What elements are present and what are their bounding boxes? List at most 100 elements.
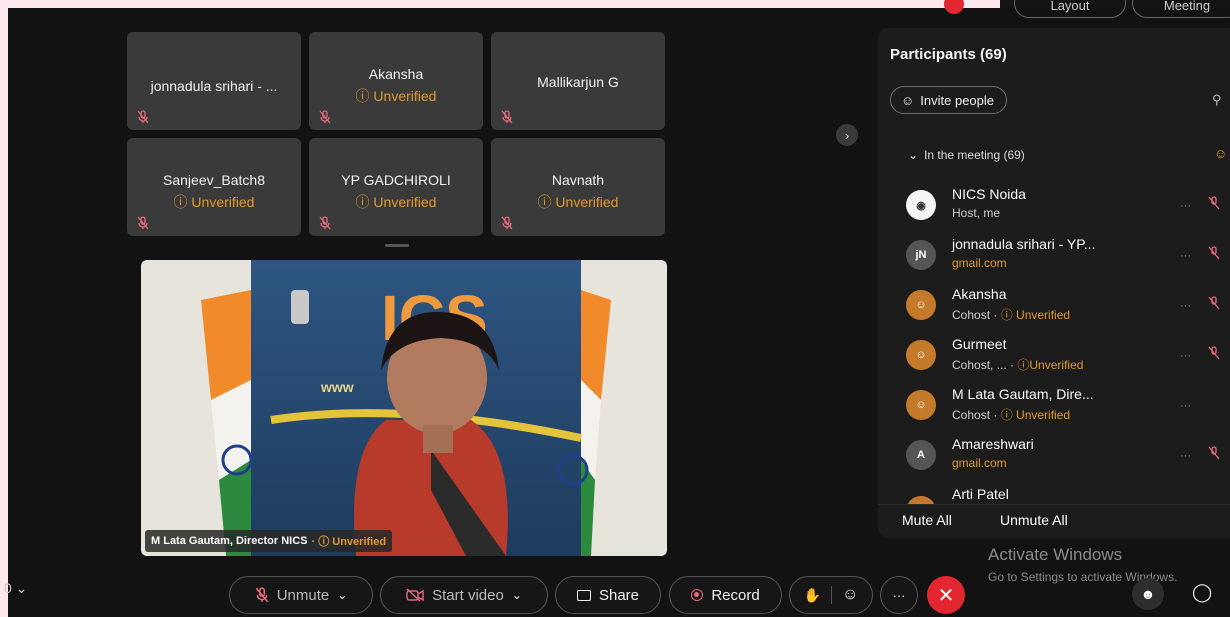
avatar [906, 496, 936, 504]
muted-mic-icon [319, 110, 331, 124]
speaker-video-frame: ICS www [141, 260, 667, 556]
participant-name: M Lata Gautam, Dire... [952, 386, 1094, 402]
participant-name: NICS Noida [952, 186, 1026, 202]
participant-tile[interactable]: Akansha ⓘ Unverified [309, 32, 483, 130]
in-meeting-section-toggle[interactable]: ⌄ In the meeting (69) [908, 148, 1025, 162]
participant-name: Amareshwari [952, 436, 1034, 452]
muted-mic-icon [1208, 246, 1220, 260]
invite-people-button[interactable]: ☺ Invite people [890, 86, 1008, 114]
more-options-icon[interactable]: ··· [1180, 300, 1191, 312]
muted-mic-icon [1208, 196, 1220, 210]
layout-button[interactable]: Layout [1014, 0, 1126, 18]
participant-name: jonnadula srihari - YP... [952, 236, 1096, 252]
share-screen-icon [576, 589, 591, 601]
tile-status: ⓘ Unverified [355, 88, 437, 104]
speaker-name-bar: M Lata Gautam, Director NICS · ⓘ Unverif… [145, 530, 393, 552]
tile-name: Mallikarjun G [537, 74, 619, 90]
more-options-icon[interactable]: ··· [1180, 250, 1191, 262]
more-label: ··· [892, 587, 906, 603]
record-label: Record [711, 586, 760, 604]
meeting-info-button[interactable]: Meeting [1132, 0, 1230, 18]
panel-divider [878, 504, 1230, 505]
unmute-all-button[interactable]: Unmute All [1000, 512, 1068, 528]
chevron-down-icon: ⌄ [908, 148, 919, 162]
participant-row[interactable]: ◉ NICS Noida Host, me ··· [906, 186, 1220, 232]
unverified-icon: ⓘ [355, 88, 374, 104]
more-options-icon[interactable]: ··· [1180, 200, 1191, 212]
more-options-icon[interactable]: ··· [1180, 400, 1191, 412]
unmute-button[interactable]: Unmute ⌄ [229, 576, 373, 614]
more-options-icon[interactable]: ··· [1180, 350, 1191, 362]
raise-hand-icon[interactable]: ✋ [804, 587, 821, 604]
tile-status: ⓘ Unverified [355, 194, 437, 210]
participant-sub: Cohost · ⓘ Unverified [952, 308, 1071, 322]
record-button[interactable]: Record [669, 576, 782, 614]
close-icon: ✕ [937, 584, 955, 607]
avatar: ☺ [906, 290, 936, 320]
active-speaker-video[interactable]: ICS www M Lata Gautam, Director NICS · ⓘ… [141, 260, 667, 556]
avatar: A [906, 440, 936, 470]
participants-panel: Participants (69) ☺ Invite people ⚲ ⌄ In… [878, 28, 1230, 538]
end-call-button[interactable]: ✕ [927, 576, 965, 614]
record-icon [691, 589, 704, 601]
add-participant-icon[interactable]: ☺ [1214, 146, 1227, 161]
participant-row[interactable]: ☺ Akansha Cohost · ⓘ Unverified ··· [906, 286, 1220, 332]
muted-mic-icon [1208, 346, 1220, 360]
muted-mic-icon [501, 110, 513, 124]
participant-sub: gmail.com [952, 456, 1007, 470]
participant-tile[interactable]: Mallikarjun G [491, 32, 665, 130]
participant-tile[interactable]: jonnadula srihari - ... [127, 32, 301, 130]
left-control-partial[interactable]: 0 ⌄ [4, 580, 27, 597]
participant-row[interactable]: jN jonnadula srihari - YP... gmail.com ·… [906, 236, 1220, 282]
participant-tile[interactable]: Sanjeev_Batch8 ⓘ Unverified [127, 138, 301, 236]
tile-status: ⓘ Unverified [537, 194, 619, 210]
avatar: ☺ [906, 340, 936, 370]
tile-name: Navnath [551, 172, 605, 188]
tile-name: Sanjeev_Batch8 [163, 172, 265, 188]
participant-sub: Cohost · ⓘ Unverified [952, 408, 1071, 422]
participant-row[interactable]: ☺ Gurmeet Cohost, ... · ⓘUnverified ··· [906, 336, 1220, 382]
muted-mic-icon [255, 587, 268, 603]
chat-icon[interactable]: ◯ [1192, 582, 1212, 603]
share-button[interactable]: Share [555, 576, 661, 614]
panel-title: Participants (69) [890, 46, 1007, 63]
muted-mic-icon [137, 216, 149, 230]
chevron-down-icon: ⌄ [337, 588, 348, 602]
muted-mic-icon [319, 216, 331, 230]
person-add-icon: ☺ [901, 92, 915, 108]
participant-name: Arti Patel [952, 486, 1009, 502]
reactions-group: ✋ ☺ [789, 576, 873, 614]
participant-tile[interactable]: YP GADCHIROLI ⓘ Unverified [309, 138, 483, 236]
meeting-stage: Layout Meeting jonnadula srihari - ... A… [4, 0, 1230, 617]
participant-row[interactable]: A Amareshwari gmail.com ··· [906, 436, 1220, 482]
unmute-label: Unmute [276, 586, 330, 604]
mute-all-button[interactable]: Mute All [902, 512, 952, 528]
windows-activation-title: Activate Windows [988, 545, 1123, 564]
start-video-label: Start video [432, 586, 504, 604]
video-off-icon [406, 588, 424, 602]
more-button[interactable]: ··· [880, 576, 918, 614]
tile-status: ⓘ Unverified [173, 194, 255, 210]
participant-tile[interactable]: Navnath ⓘ Unverified [491, 138, 665, 236]
tile-name: jonnadula srihari - ... [150, 78, 278, 94]
participant-row[interactable]: ☺ M Lata Gautam, Dire... Cohost · ⓘ Unve… [906, 386, 1216, 432]
tile-name: YP GADCHIROLI [341, 172, 451, 188]
more-options-icon[interactable]: ··· [1180, 450, 1191, 462]
participant-sub: Host, me [952, 206, 1001, 220]
resize-handle[interactable] [385, 244, 409, 247]
banner-text: www [320, 379, 354, 395]
start-video-button[interactable]: Start video ⌄ [380, 576, 548, 614]
page-left-edge [0, 0, 8, 617]
participants-toggle-icon[interactable]: ☻ [1132, 578, 1164, 610]
layout-label: Layout [1050, 0, 1090, 13]
speaker-status: · ⓘ Unverified [311, 536, 387, 548]
emoji-reaction-icon[interactable]: ☺ [842, 586, 858, 604]
participant-row[interactable]: Arti Patel [906, 486, 1216, 504]
avatar: jN [906, 240, 936, 270]
next-page-button[interactable]: › [836, 124, 858, 146]
unverified-icon: ⓘ [355, 194, 374, 210]
muted-mic-icon [501, 216, 513, 230]
speaker-name: M Lata Gautam, Director NICS [151, 535, 308, 547]
share-label: Share [598, 586, 640, 604]
search-icon[interactable]: ⚲ [1212, 92, 1222, 108]
